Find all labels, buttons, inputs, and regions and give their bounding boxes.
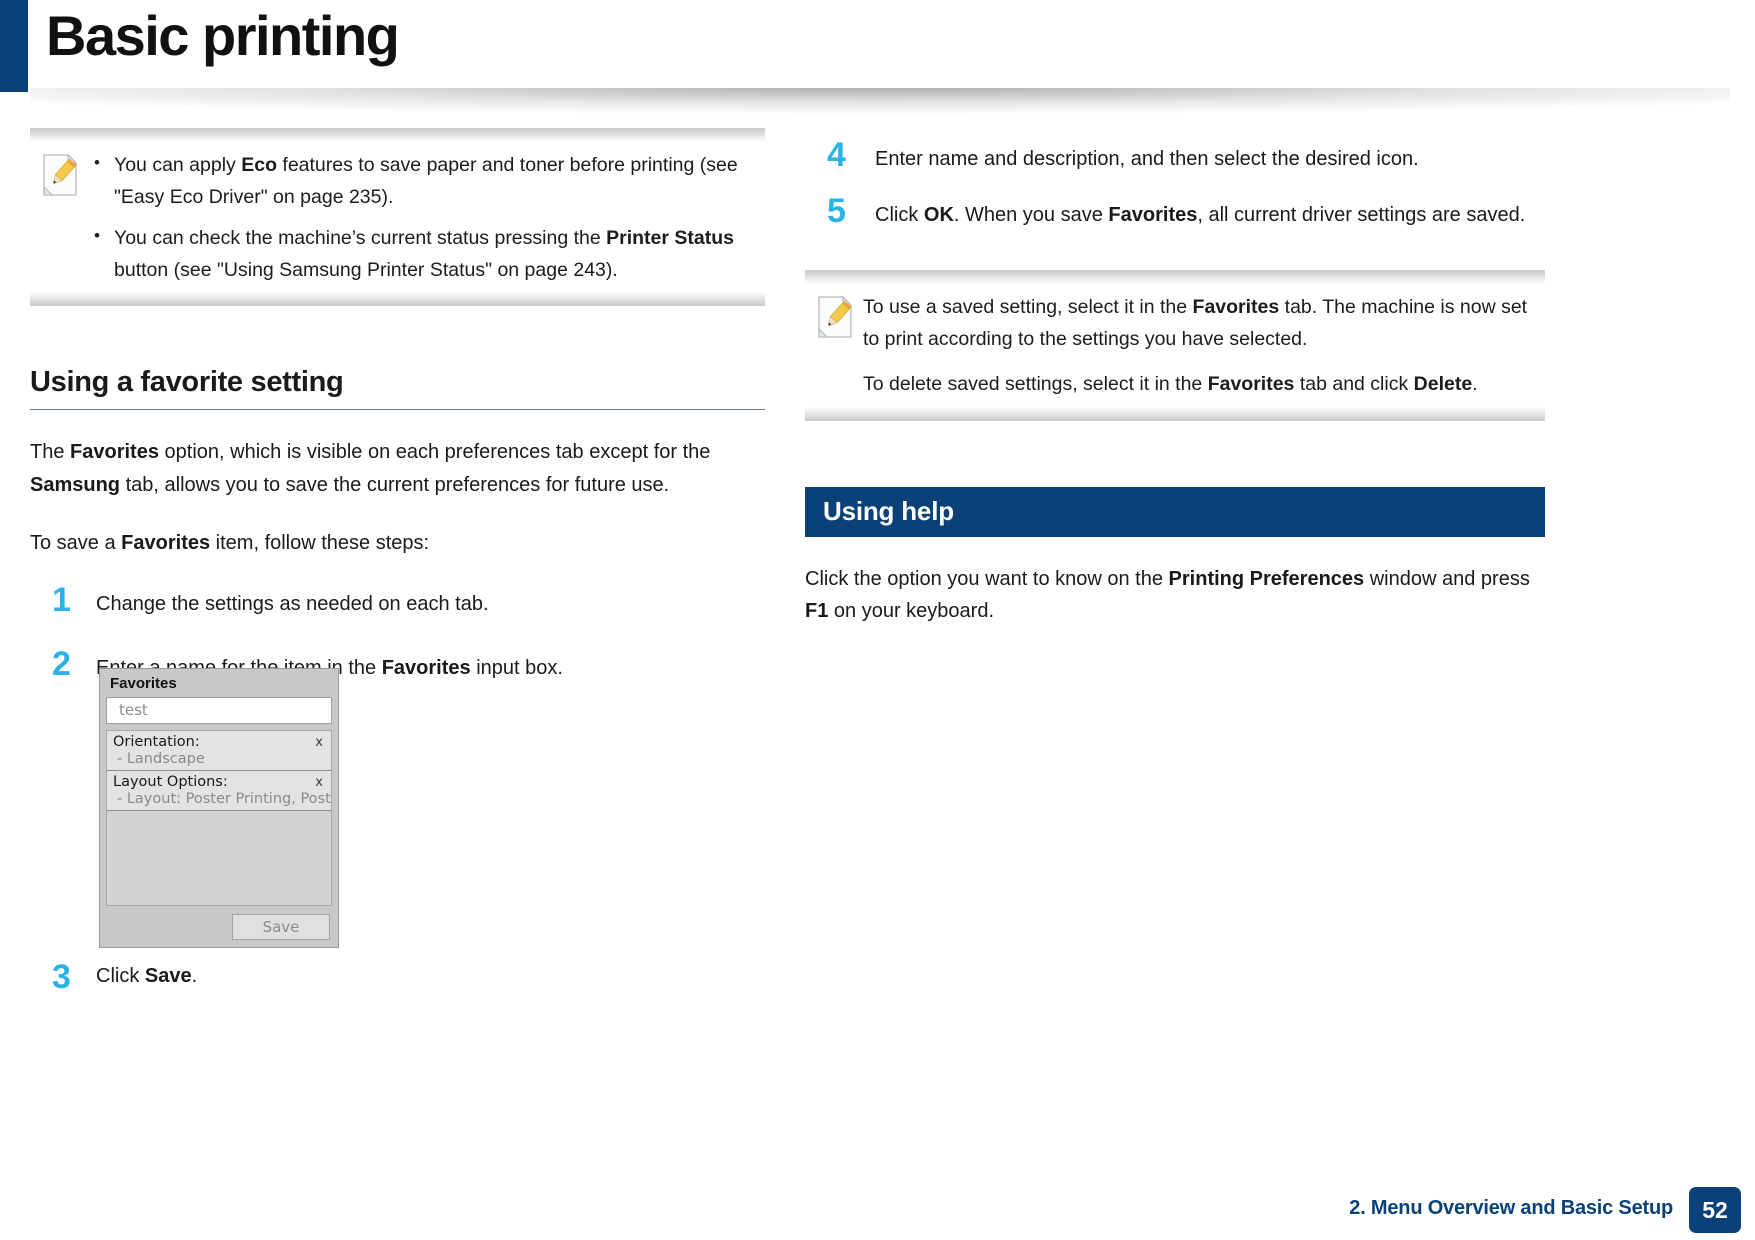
list-item: You can apply Eco features to save paper… <box>88 149 755 213</box>
left-column: You can apply Eco features to save paper… <box>30 128 765 687</box>
note-box-eco: You can apply Eco features to save paper… <box>30 128 765 307</box>
favorites-dialog-screenshot: Favorites test Orientation: x - Landscap… <box>99 668 339 948</box>
step-text: Click OK. When you save Favorites, all c… <box>875 204 1526 226</box>
list-item-value: - Landscape <box>117 751 205 767</box>
list-item-label: Layout Options: <box>113 774 228 790</box>
page-footer: 2. Menu Overview and Basic Setup 52 <box>0 1180 1755 1240</box>
page-title: Basic printing <box>46 4 400 67</box>
favorites-name-input[interactable]: test <box>106 697 332 724</box>
step-number: 2 <box>52 645 71 684</box>
note-paragraph: To delete saved settings, select it in t… <box>863 373 1478 396</box>
section-heading-rule <box>30 409 765 411</box>
note-top-edge <box>805 270 1545 284</box>
step-4: 4 Enter name and description, and then s… <box>805 138 1545 174</box>
step-number: 3 <box>52 958 71 996</box>
favorites-settings-list: Orientation: x - Landscape Layout Option… <box>106 730 332 906</box>
section-heading-favorite-setting: Using a favorite setting <box>30 366 344 399</box>
note-pencil-icon <box>42 153 78 196</box>
header-accent-bar <box>0 0 28 92</box>
header-divider <box>30 88 1730 114</box>
note-body: You can apply Eco features to save paper… <box>88 149 755 286</box>
step-number: 1 <box>52 581 71 620</box>
step-5: 5 Click OK. When you save Favorites, all… <box>805 194 1545 230</box>
note-bottom-edge <box>30 292 765 307</box>
step-text: Change the settings as needed on each ta… <box>96 593 489 616</box>
note-bullet-list: You can apply Eco features to save paper… <box>88 149 755 286</box>
dialog-title: Favorites <box>110 675 177 692</box>
paragraph-steps-intro: To save a Favorites item, follow these s… <box>30 532 430 555</box>
step-text: Enter name and description, and then sel… <box>875 148 1419 170</box>
note-body: To use a saved setting, select it in the… <box>863 292 1535 401</box>
list-item: Layout Options: x - Layout: Poster Print… <box>107 771 331 811</box>
list-item-value: - Layout: Poster Printing, Post... <box>117 791 331 807</box>
paragraph-favorites-intro: The Favorites option, which is visible o… <box>30 441 711 496</box>
page-number-badge: 52 <box>1689 1187 1741 1233</box>
step-number: 5 <box>827 192 846 230</box>
step-1: 1 Change the settings as needed on each … <box>30 583 765 623</box>
list-item-head: Orientation: x <box>107 731 331 751</box>
note-box-saved-settings: To use a saved setting, select it in the… <box>805 270 1545 421</box>
step-number: 4 <box>827 136 846 174</box>
close-icon[interactable]: x <box>315 775 325 790</box>
note-bottom-edge <box>805 406 1545 421</box>
note-pencil-icon <box>817 295 853 338</box>
step-text: Click Save. <box>96 965 198 987</box>
close-icon[interactable]: x <box>315 735 325 750</box>
paragraph-using-help-body: Click the option you want to know on the… <box>805 567 1530 623</box>
list-item-head: Layout Options: x <box>107 771 331 791</box>
dialog-footer: Save <box>104 906 334 943</box>
list-item: You can check the machine’s current stat… <box>88 222 755 286</box>
banner-title: Using help <box>823 496 954 527</box>
right-column: 4 Enter name and description, and then s… <box>805 118 1545 628</box>
list-item-label: Orientation: <box>113 734 200 750</box>
note-top-edge <box>30 128 765 142</box>
save-button[interactable]: Save <box>232 914 330 940</box>
note-paragraph: To use a saved setting, select it in the… <box>863 296 1528 350</box>
section-banner-using-help: Using help <box>805 486 1545 537</box>
list-item: Orientation: x - Landscape <box>107 731 331 771</box>
step-3: 3 Click Save. <box>30 960 198 994</box>
footer-chapter-label: 2. Menu Overview and Basic Setup <box>1349 1197 1673 1219</box>
